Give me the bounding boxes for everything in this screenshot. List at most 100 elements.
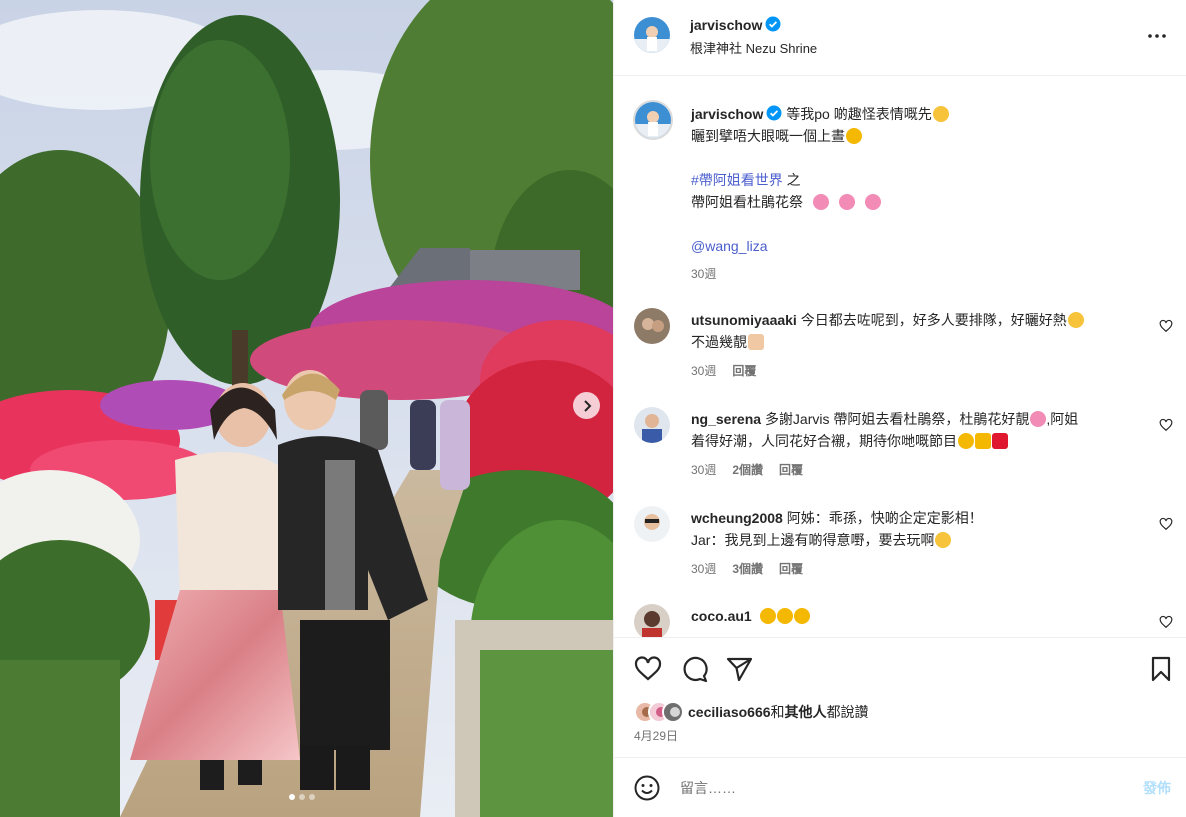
caption-text: jarvischow 等我po 啲趣怪表情嘅先 曬到擘唔大眼嘅一個上晝 #帶阿姐… xyxy=(691,103,1146,257)
mention-link[interactable]: @wang_liza xyxy=(691,238,767,254)
comment-body: 着得好潮，人同花好合襯，期待你哋嘅節目 xyxy=(691,433,957,449)
post-location[interactable]: 根津神社 Nezu Shrine xyxy=(690,38,817,57)
emoji-picker-icon[interactable] xyxy=(634,775,660,801)
clapping-hands-emoji-icon xyxy=(776,608,793,624)
tongue-face-emoji-icon xyxy=(932,106,949,122)
liker-username[interactable]: ceciliaso666 xyxy=(688,704,771,720)
commenter-avatar[interactable] xyxy=(634,407,670,443)
comment-body: ,阿姐 xyxy=(1046,411,1079,427)
post-actions: ceciliaso666和其他人都說讚 4月29日 xyxy=(614,637,1186,757)
hibiscus-emoji-icon xyxy=(1030,411,1047,427)
comment-time[interactable]: 30週 xyxy=(691,362,716,379)
caption-meta: 30週 xyxy=(691,265,716,282)
commenter-avatar[interactable] xyxy=(634,506,670,542)
hibiscus-emoji-icon xyxy=(812,194,829,210)
likes-summary[interactable]: ceciliaso666和其他人都說讚 xyxy=(634,701,869,723)
carousel-dot xyxy=(309,794,315,800)
thumbs-up-emoji-icon xyxy=(748,334,764,350)
caption-avatar[interactable] xyxy=(633,100,673,140)
thumbs-up-emoji-icon xyxy=(975,433,991,449)
comment-bubble-icon[interactable] xyxy=(680,655,708,683)
liker-avatar xyxy=(662,701,684,723)
post-comment-button[interactable]: 發佈 xyxy=(1143,778,1171,798)
post-side-panel: jarvischow 根津神社 Nezu Shrine jarvischow 等… xyxy=(613,0,1186,817)
comment-body: Jar：我見到上邊有啲得意嘢，要去玩啊 xyxy=(691,532,935,548)
post-header: jarvischow 根津神社 Nezu Shrine xyxy=(614,0,1186,76)
hashtag-link[interactable]: #帶阿姐看世界 xyxy=(691,172,783,188)
add-comment-bar: 發佈 xyxy=(614,757,1186,817)
comment-username[interactable]: coco.au1 xyxy=(691,608,752,624)
post-photo[interactable] xyxy=(0,0,613,817)
carousel-dot xyxy=(289,794,295,800)
avatar-image xyxy=(635,102,671,138)
likes-text: ceciliaso666和其他人都說讚 xyxy=(688,702,869,722)
red-heart-emoji-icon xyxy=(992,433,1008,449)
like-comment-heart-icon[interactable] xyxy=(1159,517,1173,531)
reply-button[interactable]: 回覆 xyxy=(732,362,756,379)
comment-input[interactable] xyxy=(680,776,1100,800)
comment-text: utsunomiyaaaki 今日都去咗呢到，好多人要排隊，好曬好熱 不過幾靚 xyxy=(691,309,1146,353)
likes-suffix: 都說讚 xyxy=(826,704,869,720)
carousel-dots xyxy=(289,794,315,800)
more-options-icon[interactable] xyxy=(1147,26,1167,46)
next-photo-button[interactable] xyxy=(573,392,600,419)
caption-line: 等我po 啲趣怪表情嘅先 xyxy=(786,106,932,122)
like-heart-icon[interactable] xyxy=(634,655,662,683)
verified-badge-icon xyxy=(765,16,781,32)
caption-username[interactable]: jarvischow xyxy=(691,106,763,122)
tongue-face-emoji-icon xyxy=(935,532,952,548)
commenter-avatar[interactable] xyxy=(634,308,670,344)
like-comment-heart-icon[interactable] xyxy=(1159,615,1173,629)
comment-meta: 30週 3個讚 回覆 xyxy=(691,560,803,577)
comment-likes[interactable]: 3個讚 xyxy=(732,560,763,577)
comment-username[interactable]: utsunomiyaaaki xyxy=(691,312,797,328)
comment-username[interactable]: wcheung2008 xyxy=(691,510,783,526)
hibiscus-emoji-icon xyxy=(838,194,855,210)
caption-line: 帶阿姐看杜鵑花祭 xyxy=(691,194,803,210)
clapping-hands-emoji-icon xyxy=(793,608,810,624)
comment-meta: 30週 2個讚 回覆 xyxy=(691,461,803,478)
like-comment-heart-icon[interactable] xyxy=(1159,319,1173,333)
verified-badge-icon xyxy=(766,105,782,121)
likes-middle: 和 xyxy=(770,704,785,720)
reply-button[interactable]: 回覆 xyxy=(779,461,803,478)
caption-time[interactable]: 30週 xyxy=(691,265,716,282)
comment-body: 不過幾靚 xyxy=(691,334,747,350)
author-avatar[interactable] xyxy=(634,17,670,53)
comment-text: wcheung2008 阿姊：乖孫，快啲企定定影相！ Jar：我見到上邊有啲得意… xyxy=(691,507,1146,551)
comment-text: coco.au1 xyxy=(691,605,1146,627)
commenter-avatar[interactable] xyxy=(634,604,670,637)
comment-username[interactable]: ng_serena xyxy=(691,411,761,427)
comments-list[interactable]: jarvischow 等我po 啲趣怪表情嘅先 曬到擘唔大眼嘅一個上晝 #帶阿姐… xyxy=(614,77,1186,637)
share-paper-plane-icon[interactable] xyxy=(725,655,753,683)
author-username[interactable]: jarvischow xyxy=(690,17,762,33)
comment-text: ng_serena 多謝Jarvis 帶阿姐去看杜鵑祭，杜鵑花好靚 ,阿姐 着得好… xyxy=(691,408,1146,452)
avatar-image xyxy=(634,17,670,53)
carousel-dot xyxy=(299,794,305,800)
caption-line: 之 xyxy=(782,172,801,188)
comment-body: 今日都去咗呢到，好多人要排隊，好曬好熱 xyxy=(800,312,1067,328)
save-bookmark-icon[interactable] xyxy=(1147,655,1175,683)
reply-button[interactable]: 回覆 xyxy=(779,560,803,577)
laughing-face-emoji-icon xyxy=(1067,312,1084,328)
clapping-hands-emoji-icon xyxy=(958,433,974,449)
avatar-image xyxy=(634,308,670,344)
hibiscus-emoji-icon xyxy=(864,194,881,210)
comment-time[interactable]: 30週 xyxy=(691,560,716,577)
comment-likes[interactable]: 2個讚 xyxy=(732,461,763,478)
clapping-hands-emoji-icon xyxy=(759,608,776,624)
shrine-azalea-photo xyxy=(0,0,613,817)
sun-emoji-icon xyxy=(846,128,862,144)
caption-line: 曬到擘唔大眼嘅一個上晝 xyxy=(691,128,845,144)
avatar-image xyxy=(634,604,670,637)
avatar-image xyxy=(634,407,670,443)
chevron-right-icon xyxy=(583,399,591,412)
comment-meta: 30週 回覆 xyxy=(691,362,756,379)
comment-body: 多謝Jarvis 帶阿姐去看杜鵑祭，杜鵑花好靚 xyxy=(764,411,1030,427)
likes-others-link[interactable]: 其他人 xyxy=(785,704,827,720)
comment-body: 阿姊：乖孫，快啲企定定影相！ xyxy=(786,510,983,526)
post-date[interactable]: 4月29日 xyxy=(634,727,678,744)
avatar-image xyxy=(634,506,670,542)
like-comment-heart-icon[interactable] xyxy=(1159,418,1173,432)
comment-time[interactable]: 30週 xyxy=(691,461,716,478)
